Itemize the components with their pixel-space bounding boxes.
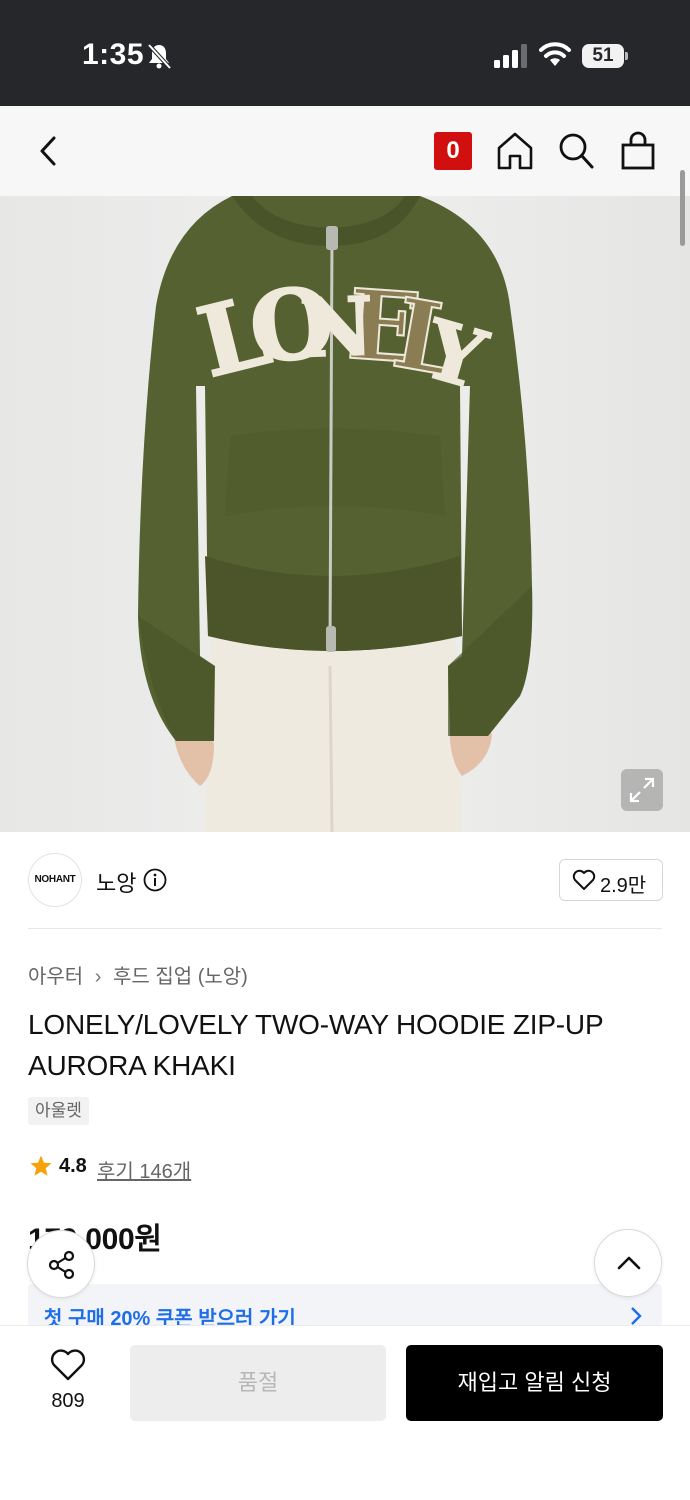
- heart-outline-icon: [572, 869, 596, 890]
- expand-icon: [629, 777, 655, 803]
- brand-like-button[interactable]: 2.9만: [559, 859, 663, 901]
- rating-score: 4.8: [59, 1155, 87, 1177]
- star-icon: [30, 1155, 52, 1176]
- chevron-up-icon: [617, 1256, 641, 1270]
- hoodie-illustration: L O E L N Y: [0, 196, 690, 832]
- brand-logo[interactable]: NOHANT: [28, 853, 82, 907]
- wifi-icon: [539, 42, 571, 66]
- battery-icon: 51: [582, 44, 628, 68]
- status-time: 1:35: [82, 38, 145, 71]
- status-bar: 1:35 51: [0, 0, 690, 106]
- soldout-button: 품절: [130, 1345, 386, 1421]
- coupon-banner[interactable]: 첫 구매 20% 쿠폰 받으러 가기: [28, 1284, 662, 1330]
- wishlist-count: 809: [51, 1390, 85, 1412]
- breadcrumb-subcategory[interactable]: 후드 집업 (노앙): [113, 966, 248, 988]
- brand-name[interactable]: 노앙: [96, 866, 136, 898]
- recent-count-badge[interactable]: 0: [434, 132, 472, 170]
- share-icon: [48, 1250, 75, 1280]
- cellular-signal-icon: [494, 44, 527, 68]
- scroll-to-top-button[interactable]: [594, 1229, 662, 1297]
- breadcrumb-category[interactable]: 아우터: [28, 966, 83, 988]
- chevron-right-icon: [631, 1307, 642, 1325]
- wishlist-button[interactable]: 809: [28, 1348, 108, 1418]
- home-icon[interactable]: [496, 131, 534, 171]
- restock-alert-button[interactable]: 재입고 알림 신청: [406, 1345, 663, 1421]
- heart-outline-icon: [50, 1349, 86, 1381]
- share-button[interactable]: [27, 1230, 95, 1298]
- expand-image-button[interactable]: [621, 769, 663, 811]
- svg-text:N: N: [298, 279, 374, 375]
- product-image[interactable]: L O E L N Y: [0, 196, 690, 832]
- back-arrow-icon[interactable]: [34, 134, 64, 168]
- search-icon[interactable]: [557, 131, 595, 171]
- outlet-tag: 아울렛: [28, 1097, 89, 1125]
- info-icon[interactable]: [143, 868, 167, 892]
- reviews-link[interactable]: 후기 146개: [97, 1155, 191, 1184]
- divider: [28, 928, 662, 929]
- shopping-bag-icon[interactable]: [619, 131, 657, 171]
- bell-slash-icon: [147, 43, 172, 70]
- chevron-right-icon: ›: [94, 966, 102, 988]
- breadcrumb: 아우터 › 후드 집업 (노앙): [28, 960, 248, 989]
- product-title: LONELY/LOVELY TWO-WAY HOODIE ZIP-UP AURO…: [28, 1009, 603, 1081]
- brand-like-count: 2.9만: [600, 875, 647, 897]
- page-scrollbar[interactable]: [680, 170, 685, 246]
- battery-level: 51: [592, 45, 614, 66]
